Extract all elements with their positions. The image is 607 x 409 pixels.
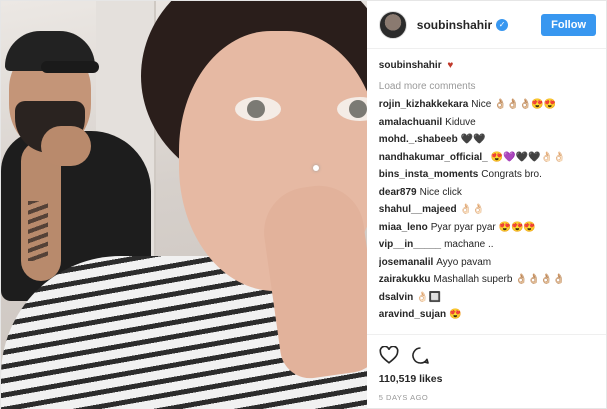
comment-username[interactable]: dear879 — [379, 187, 417, 198]
comment-username[interactable]: zairakukku — [379, 274, 431, 285]
comment-text: Congrats bro. — [481, 169, 542, 180]
load-more-comments-link[interactable]: Load more comments — [379, 78, 594, 96]
caption-username[interactable]: soubinshahir — [379, 60, 442, 71]
comment-text: machane .. — [444, 239, 494, 250]
comment-text: Mashallah superb 👌🏼👌🏼👌🏼👌🏼 — [433, 274, 566, 285]
action-icons — [379, 343, 594, 367]
comment-text: 😍 — [449, 309, 462, 320]
photo-man-tattoo — [28, 201, 48, 261]
comment-text: 😍💜🖤🖤👌🏻👌🏻 — [490, 151, 566, 163]
comment-text: 🖤🖤 — [460, 134, 486, 145]
comment-text: Kiduve — [445, 116, 476, 128]
photo-woman-eye-left — [235, 97, 281, 121]
caption: soubinshahir ♥ — [379, 57, 594, 75]
comment-username[interactable]: shahul__majeed — [379, 204, 457, 215]
post-photo[interactable] — [1, 1, 367, 409]
comment-row: mohd._.shabeeb 🖤🖤 — [379, 131, 594, 149]
comments-list: soubinshahir ♥ Load more comments rojin_… — [367, 49, 606, 334]
comment-row: josemanalil Ayyo pavam — [379, 254, 594, 272]
comment-row: amalachuanil Kiduve — [379, 114, 594, 132]
post-timestamp[interactable]: 5 DAYS AGO — [379, 393, 594, 402]
follow-button[interactable]: Follow — [541, 13, 596, 36]
comment-row: dear879 Nice click — [379, 184, 594, 202]
comment-text: Ayyo pavam — [436, 256, 492, 268]
comment-username[interactable]: dsalvin — [379, 292, 413, 303]
comment-text: 👌🏻🔲 — [416, 291, 442, 303]
comment-username[interactable]: nandhakumar_official_ — [379, 152, 488, 163]
comment-row: shahul__majeed 👌🏻👌🏻 — [379, 201, 594, 219]
comment-text: Pyar pyar pyar 😍😍😍 — [430, 221, 536, 233]
caption-text: ♥ — [447, 60, 454, 71]
comment-row: nandhakumar_official_ 😍💜🖤🖤👌🏻👌🏻 — [379, 149, 594, 167]
comment-row: rojin_kizhakkekara Nice 👌🏼👌🏼👌🏼😍😍 — [379, 96, 594, 114]
likes-count[interactable]: 110,519 likes — [379, 373, 594, 385]
comment-username[interactable]: aravind_sujan — [379, 309, 446, 320]
photo-woman-nose-ring — [313, 165, 319, 171]
comment-row: miaa_leno Pyar pyar pyar 😍😍😍 — [379, 219, 594, 237]
avatar[interactable] — [378, 10, 407, 39]
comment-username[interactable]: vip__in_____ — [379, 239, 441, 250]
post-side-panel: soubinshahir ✓ Follow soubinshahir ♥ Loa… — [366, 1, 606, 409]
comment-username[interactable]: josemanalil — [379, 257, 433, 268]
instagram-post: soubinshahir ✓ Follow soubinshahir ♥ Loa… — [0, 0, 607, 409]
post-header: soubinshahir ✓ Follow — [366, 1, 606, 49]
comment-username[interactable]: amalachuanil — [379, 117, 442, 128]
comment-text: Nice click — [419, 186, 462, 198]
comment-row: bins_insta_moments Congrats bro. — [379, 166, 594, 184]
comment-username[interactable]: rojin_kizhakkekara — [379, 99, 469, 110]
header-username[interactable]: soubinshahir — [417, 18, 492, 32]
comment-username[interactable]: mohd._.shabeeb — [379, 134, 458, 145]
comment-bubble-icon[interactable] — [411, 346, 430, 365]
photo-man-cap-brim — [41, 61, 99, 73]
comment-row: zairakukku Mashallah superb 👌🏼👌🏼👌🏼👌🏼 — [379, 271, 594, 289]
comment-username[interactable]: miaa_leno — [379, 222, 428, 233]
heart-outline-icon[interactable] — [379, 346, 399, 364]
photo-man-hand — [41, 126, 91, 166]
comment-username[interactable]: bins_insta_moments — [379, 169, 478, 180]
comment-text: 👌🏻👌🏻 — [459, 204, 485, 215]
comment-row: dsalvin 👌🏻🔲 — [379, 289, 594, 307]
comment-row: vip__in_____ machane .. — [379, 236, 594, 254]
comment-row: aravind_sujan 😍 — [379, 306, 594, 324]
comment-text: Nice 👌🏼👌🏼👌🏼😍😍 — [471, 99, 557, 110]
verified-badge-icon: ✓ — [496, 18, 509, 31]
post-actions: 110,519 likes 5 DAYS AGO — [366, 334, 606, 409]
